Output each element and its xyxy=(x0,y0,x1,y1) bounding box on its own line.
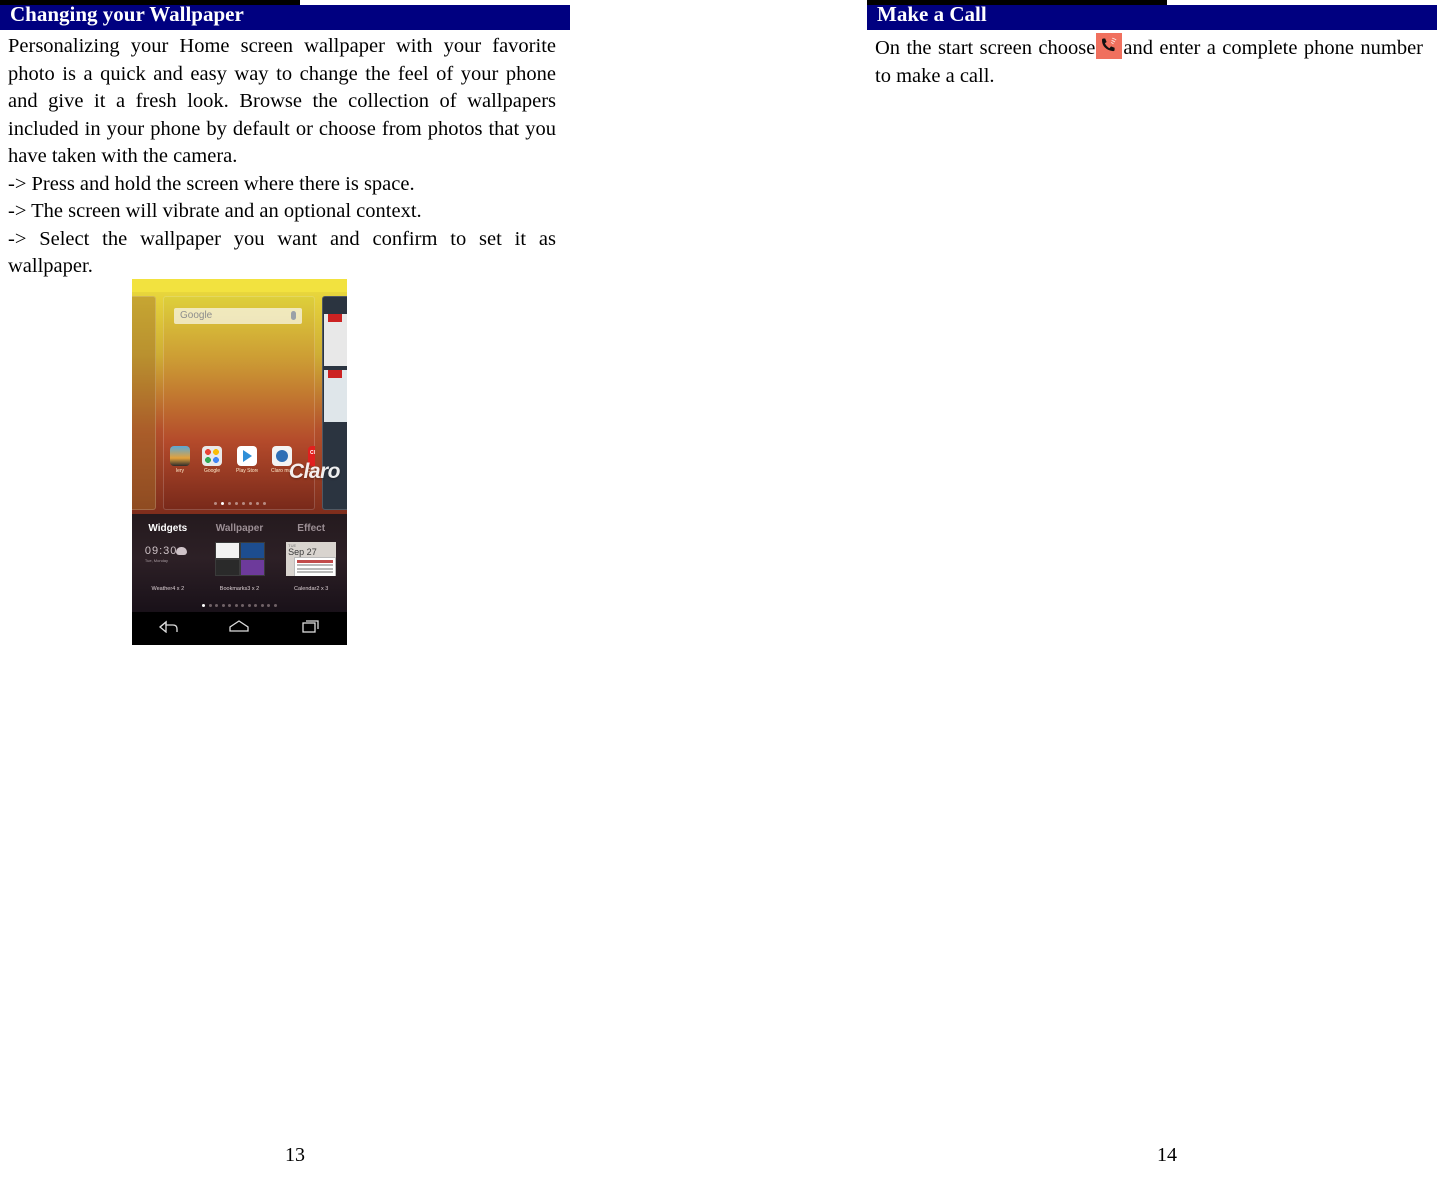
bookmarks-widget-preview xyxy=(214,542,265,576)
page-title-wallpaper: Changing your Wallpaper xyxy=(10,2,244,26)
home-screen-card-left[interactable] xyxy=(132,296,156,510)
wallpaper-step-2: -> The screen will vibrate and an option… xyxy=(8,200,422,222)
promo-badge-free-2 xyxy=(328,370,342,378)
intro-text-before: On the start screen choose xyxy=(875,37,1096,59)
tab-wallpaper[interactable]: Wallpaper xyxy=(204,519,276,539)
widget-page-dots xyxy=(132,604,347,607)
wallpaper-step-3: -> Select the wallpaper you want and con… xyxy=(8,227,556,278)
wallpaper-top-band xyxy=(132,279,347,292)
home-icon[interactable] xyxy=(228,619,250,638)
wallpaper-step-1: -> Press and hold the screen where there… xyxy=(8,172,415,195)
app-icon-gallery[interactable]: lery xyxy=(169,446,191,474)
microphone-icon[interactable] xyxy=(291,311,296,320)
home-screen-wallpaper-picker-image: Google lery Google Play Store Claro mus … xyxy=(132,279,347,645)
weather-time: 09:30 xyxy=(144,545,178,557)
google-search-hint: Google xyxy=(180,310,213,321)
cloud-icon xyxy=(175,547,187,555)
page-title-make-a-call: Make a Call xyxy=(877,2,987,26)
tab-effect[interactable]: Effect xyxy=(275,519,347,539)
app-label-play-store: Play Store xyxy=(236,468,258,474)
widget-item-bookmarks[interactable]: Bookmarks3 x 2 xyxy=(204,541,276,593)
widget-item-calendar[interactable]: TUE Sep 27 Calendar2 x 3 xyxy=(275,541,347,593)
picker-tabs: Widgets Wallpaper Effect xyxy=(132,519,347,539)
widget-caption-bookmarks: Bookmarks3 x 2 xyxy=(219,586,260,592)
wallpaper-body-copy: Personalizing your Home screen wallpaper… xyxy=(8,33,556,281)
widget-caption-calendar: Calendar2 x 3 xyxy=(294,586,329,592)
wallpaper-picker-panel: Widgets Wallpaper Effect 09:30 Tue, Mond… xyxy=(132,514,347,612)
promo-badge-free-1 xyxy=(328,314,342,322)
widget-caption-weather: Weather4 x 2 xyxy=(151,586,185,592)
app-label-google: Google xyxy=(203,468,221,474)
calendar-widget-preview: TUE Sep 27 xyxy=(286,542,337,576)
widget-thumbnails: 09:30 Tue, Monday Weather4 x 2 Bookmarks… xyxy=(132,541,347,593)
home-screen-preview-stage: Google lery Google Play Store Claro mus … xyxy=(132,292,347,514)
home-screen-page-dots xyxy=(132,502,347,505)
recents-icon[interactable] xyxy=(300,619,322,638)
back-icon[interactable] xyxy=(157,619,179,638)
calendar-date: Sep 27 xyxy=(288,547,317,557)
tab-widgets[interactable]: Widgets xyxy=(132,519,204,539)
claro-watermark: Claro xyxy=(288,460,341,483)
widget-item-weather[interactable]: 09:30 Tue, Monday Weather4 x 2 xyxy=(132,541,204,593)
weather-sub: Tue, Monday xyxy=(144,558,169,563)
page-left: Changing your Wallpaper Personalizing yo… xyxy=(0,0,570,1187)
google-search-bar[interactable]: Google xyxy=(174,308,302,324)
app-icon-google[interactable]: Google xyxy=(201,446,223,474)
weather-widget-preview: 09:30 Tue, Monday xyxy=(143,542,193,576)
make-a-call-body-copy: On the start screen choose and enter a co… xyxy=(875,33,1423,90)
calendar-event-card xyxy=(294,557,337,576)
android-navigation-bar xyxy=(132,612,347,645)
wallpaper-paragraph-intro: Personalizing your Home screen wallpaper… xyxy=(8,35,556,167)
play-store-icon xyxy=(237,446,257,466)
google-folder-icon xyxy=(202,446,222,466)
section-header-make-a-call: Make a Call xyxy=(867,0,1437,30)
section-header-wallpaper: Changing your Wallpaper xyxy=(0,0,570,30)
page-number-left: 13 xyxy=(285,1144,305,1166)
gallery-icon xyxy=(170,446,190,466)
app-icon-play-store[interactable]: Play Store xyxy=(236,446,258,474)
phone-handset-icon xyxy=(1096,33,1123,59)
make-a-call-intro: On the start screen choose and enter a co… xyxy=(875,33,1423,90)
app-label-gallery: lery xyxy=(175,468,185,474)
page-right: Make a Call On the start screen choose an… xyxy=(867,0,1437,1187)
page-number-right: 14 xyxy=(1157,1144,1177,1166)
